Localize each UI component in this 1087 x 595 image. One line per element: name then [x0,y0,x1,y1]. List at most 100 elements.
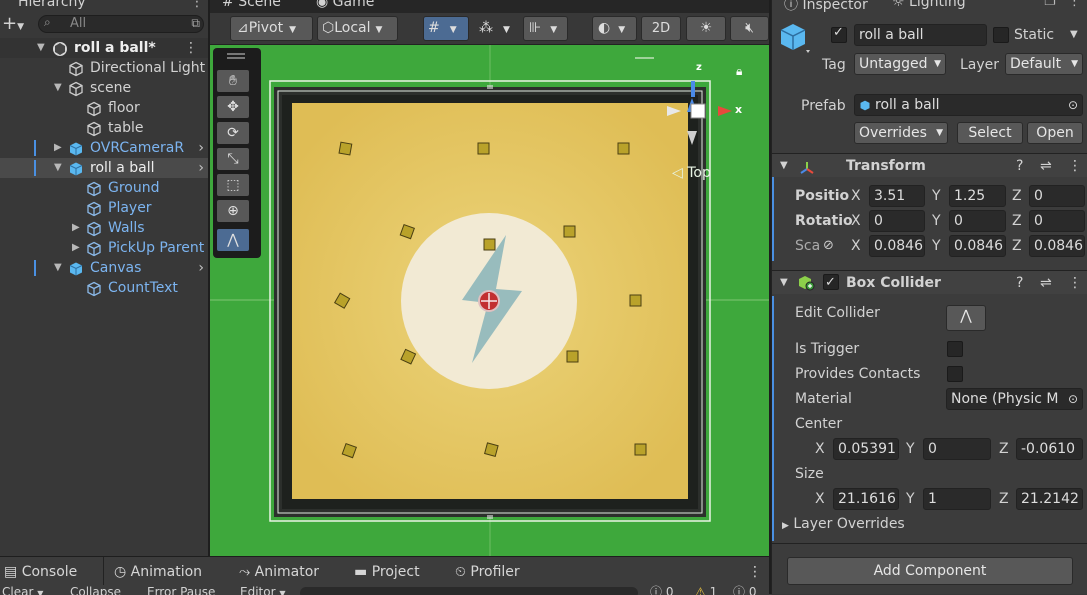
layer-overrides-foldout[interactable]: ▶ Layer Overrides [782,513,905,537]
lock-icon[interactable]: 🔒︎ [736,64,742,79]
list-item[interactable]: ▼ roll a ball* ⋮ [0,38,208,58]
box-collider-header[interactable]: ▼ ✓ Box Collider ? ⇌ ⋮ [772,270,1087,294]
tab-animator[interactable]: ⤳ Animator [239,560,319,584]
object-name-field[interactable]: roll a ball [854,24,987,46]
presets-icon[interactable]: ⇌ [1040,271,1052,295]
local-dropdown[interactable]: ⬡Local ▼ [317,16,398,41]
audio-toggle[interactable]: 🔇︎ [730,16,769,41]
ruler-dropdown[interactable]: ⊪ ▼ [523,16,568,41]
scene-viewport[interactable]: z x 🔒︎ ◁ Top [210,45,769,556]
rotation-x-field[interactable]: 0 [869,210,925,232]
tab-scene[interactable]: # Scene [222,0,281,10]
object-picker-icon[interactable]: ⊙ [1067,389,1078,409]
list-item[interactable]: table [0,118,208,138]
layer-dropdown[interactable]: Default ▼ [1005,53,1083,75]
help-icon[interactable]: ? [1016,154,1023,178]
list-item-selected[interactable]: ▼ roll a ball › [0,158,208,178]
list-item[interactable]: Directional Light [0,58,208,78]
scale-z-field[interactable]: 0.0846 [1029,235,1085,257]
add-component-button[interactable]: Add Component [787,557,1073,585]
center-x-field[interactable]: 0.05391 [833,438,899,460]
more-icon[interactable]: ⋮ [190,0,204,10]
position-y-field[interactable]: 1.25 [949,185,1006,207]
hand-tool-button[interactable]: ✋︎ [217,70,249,92]
tab-profiler[interactable]: ⏲︎ Profiler [455,560,520,584]
drag-handle[interactable] [227,53,245,59]
search-input[interactable]: ⌕ All ⧉ [38,15,204,33]
fold-arrow-icon[interactable]: ▶ [72,218,80,238]
move-tool-button[interactable]: ✥ [217,96,249,118]
static-checkbox[interactable] [993,27,1009,43]
fold-arrow-icon[interactable]: ▼ [780,271,788,295]
help-icon[interactable]: ? [1016,271,1023,295]
select-button[interactable]: Select [957,122,1023,144]
orientation-label[interactable]: ◁ Top [672,165,711,181]
size-z-field[interactable]: 21.2142 [1016,488,1083,510]
tab-lighting[interactable]: ☼ Lighting [892,0,966,10]
transform-tool-button[interactable]: ⊕ [217,200,249,222]
chevron-right-icon[interactable]: › [198,258,204,278]
hierarchy-tab[interactable]: Hierarchy [18,0,86,10]
tab-console[interactable]: ▤ Console [4,560,77,584]
enabled-checkbox[interactable]: ✓ [823,274,839,290]
static-dropdown-icon[interactable]: ▼ [1070,24,1078,46]
tab-inspector[interactable]: ⓘ Inspector [784,0,868,14]
presets-icon[interactable]: ⇌ [1040,154,1052,178]
fold-arrow-icon[interactable]: ▼ [54,158,62,178]
maximize-icon[interactable]: ❐ [1044,0,1056,9]
prefab-field[interactable]: roll a ball ⊙ [854,94,1083,116]
chevron-right-icon[interactable]: › [198,138,204,158]
is-trigger-checkbox[interactable] [947,341,963,357]
fold-arrow-icon[interactable]: ▶ [72,238,80,258]
list-item[interactable]: Ground [0,178,208,198]
more-icon[interactable]: ⋮ [1068,271,1082,295]
tab-game[interactable]: ◉ Game [316,0,374,10]
prefab-large-icon[interactable] [780,22,810,54]
tab-project[interactable]: ▬ Project [354,560,420,584]
tag-dropdown[interactable]: Untagged ▼ [854,53,946,75]
fold-arrow-icon[interactable]: ▼ [54,258,62,278]
more-icon[interactable]: ⋮ [1068,154,1082,178]
tab-animation[interactable]: ◷ Animation [114,560,202,584]
list-item[interactable]: ▶ OVRCameraR › [0,138,208,158]
position-x-field[interactable]: 3.51 [869,185,925,207]
more-icon[interactable]: ⋮ [184,38,198,58]
open-button[interactable]: Open [1027,122,1083,144]
list-item[interactable]: ▼ scene [0,78,208,98]
search-options-icon[interactable]: ⧉ [191,16,200,31]
fold-arrow-icon[interactable]: ▼ [54,78,62,98]
list-item[interactable]: ▶ Walls [0,218,208,238]
rotation-y-field[interactable]: 0 [949,210,1006,232]
add-button[interactable]: +▼ [2,14,24,37]
scale-tool-button[interactable]: ⤡ [217,148,249,170]
fold-arrow-icon[interactable]: ▶ [54,138,62,158]
list-item[interactable]: Player [0,198,208,218]
edit-collider-tool-button[interactable]: ⋀ [217,229,249,251]
rotation-z-field[interactable]: 0 [1029,210,1085,232]
size-x-field[interactable]: 21.1616 [833,488,899,510]
grid-snap-toggle[interactable]: # ▼ [423,16,469,41]
overrides-dropdown[interactable]: Overrides ▼ [854,122,948,144]
fold-arrow-icon[interactable]: ▼ [37,38,45,58]
pivot-dropdown[interactable]: ⊿Pivot ▼ [230,16,313,41]
provides-contacts-checkbox[interactable] [947,366,963,382]
center-z-field[interactable]: -0.0610 [1016,438,1083,460]
panel-divider[interactable] [769,0,771,594]
list-item[interactable]: ▶ PickUp Parent [0,238,208,258]
2d-toggle[interactable]: 2D [641,16,681,41]
increment-snap-dropdown[interactable]: ⁂ ▼ [474,16,519,41]
rotate-tool-button[interactable]: ⟳ [217,122,249,144]
rect-tool-button[interactable]: ⬚ [217,174,249,196]
more-icon[interactable]: ⋮ [748,560,762,584]
object-picker-icon[interactable]: ⊙ [1068,95,1078,115]
draw-mode-dropdown[interactable]: ◐ ▼ [592,16,637,41]
list-item[interactable]: CountText [0,278,208,298]
list-item[interactable]: floor [0,98,208,118]
lighting-toggle[interactable]: ☀ [686,16,726,41]
fold-arrow-icon[interactable]: ▼ [780,154,788,178]
scale-x-field[interactable]: 0.0846 [869,235,925,257]
size-y-field[interactable]: 1 [923,488,991,510]
active-checkbox[interactable]: ✓ [831,25,847,43]
list-item[interactable]: ▼ Canvas › [0,258,208,278]
transform-header[interactable]: ▼ Transform ? ⇌ ⋮ [772,153,1087,177]
